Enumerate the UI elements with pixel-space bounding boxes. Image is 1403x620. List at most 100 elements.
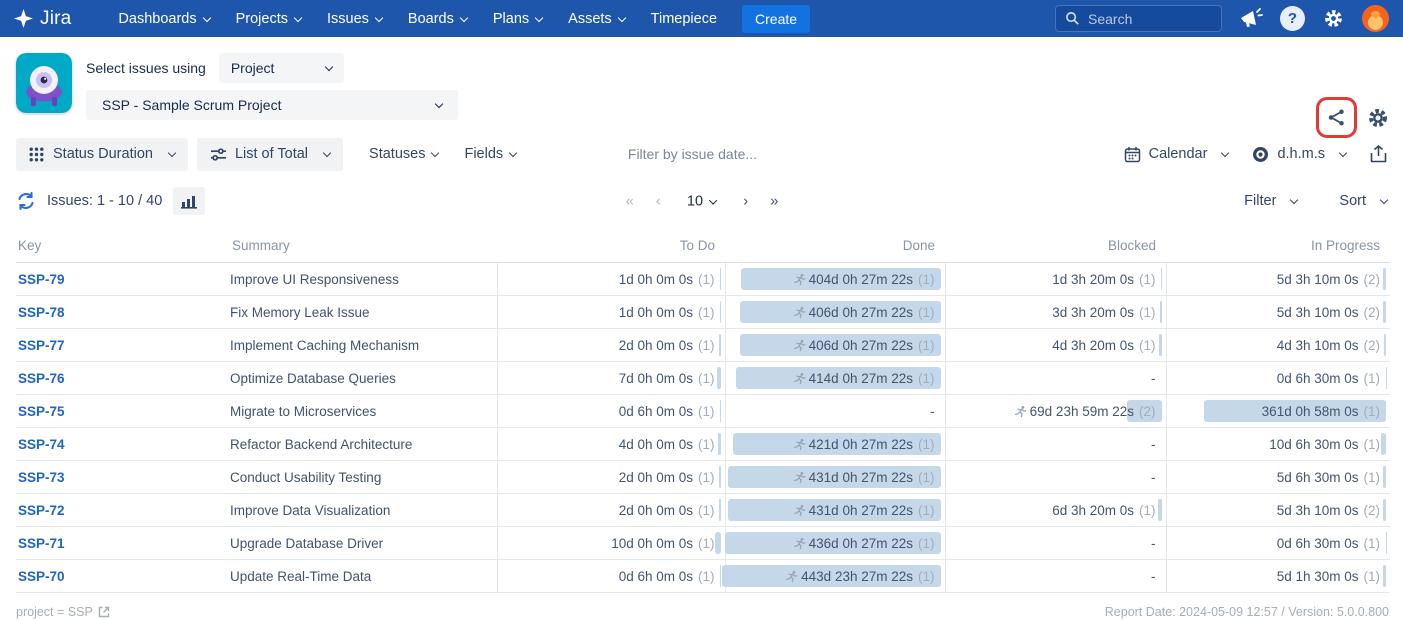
page-size-dropdown[interactable]: 10	[683, 193, 720, 209]
export-icon[interactable]	[1370, 145, 1387, 164]
pager-controls: « ‹ 10 › »	[626, 193, 778, 210]
nav-item-assets[interactable]: Assets	[555, 0, 638, 37]
duration-bar	[1383, 499, 1386, 521]
issue-count: (1)	[918, 338, 935, 353]
issue-count: (1)	[1139, 272, 1156, 287]
current-status-runner-icon	[793, 372, 806, 385]
done-duration-cell: -	[725, 395, 945, 428]
issue-key-link[interactable]: SSP-71	[18, 536, 65, 551]
issue-key-link[interactable]: SSP-73	[18, 470, 65, 485]
chevron-down-icon	[1380, 196, 1388, 204]
issue-summary: Update Real-Time Data	[230, 560, 497, 593]
selection-mode-dropdown[interactable]: Project	[219, 53, 344, 83]
create-button[interactable]: Create	[742, 5, 810, 33]
issue-key-link[interactable]: SSP-75	[18, 404, 65, 419]
nav-item-dashboards[interactable]: Dashboards	[105, 0, 222, 37]
duration-bar	[720, 268, 721, 290]
next-page-button[interactable]: ›	[743, 193, 747, 210]
duration-text: 3d 3h 20m 0s	[1052, 305, 1134, 320]
duration-text: 406d 0h 27m 22s	[809, 338, 913, 353]
done-duration-cell: 443d 23h 27m 22s(1)	[725, 560, 945, 593]
issue-key-link[interactable]: SSP-70	[18, 569, 65, 584]
settings-gear-icon[interactable]	[1322, 7, 1345, 30]
project-dropdown[interactable]: SSP - Sample Scrum Project	[86, 90, 458, 120]
nav-item-boards[interactable]: Boards	[395, 0, 480, 37]
issue-count: (1)	[918, 503, 935, 518]
bar-chart-icon	[181, 194, 198, 209]
issue-key-link[interactable]: SSP-77	[18, 338, 65, 353]
duration-text: 2d 0h 0m 0s	[619, 338, 693, 353]
column-header-key: Key	[16, 230, 230, 263]
nav-item-plans[interactable]: Plans	[480, 0, 555, 37]
prev-page-button[interactable]: ‹	[656, 193, 660, 210]
current-status-runner-icon	[793, 273, 806, 286]
time-format-dropdown[interactable]: d.h.m.s	[1252, 146, 1346, 163]
chevron-down-icon	[1290, 196, 1298, 204]
issue-summary: Improve Data Visualization	[230, 494, 497, 527]
issue-key-link[interactable]: SSP-72	[18, 503, 65, 518]
chevron-down-icon	[325, 63, 333, 71]
help-icon[interactable]: ?	[1280, 6, 1305, 31]
duration-text: 1d 0h 0m 0s	[619, 272, 693, 287]
duration-text: 5d 6h 30m 0s	[1277, 470, 1359, 485]
jql-link[interactable]: project = SSP	[16, 605, 110, 619]
empty-duration: -	[930, 404, 935, 419]
search-box[interactable]	[1055, 5, 1222, 32]
sliders-icon	[210, 147, 226, 162]
chevron-down-icon	[435, 100, 443, 108]
last-page-button[interactable]: »	[770, 193, 777, 210]
report-settings-gear-icon[interactable]	[1366, 106, 1390, 130]
chart-view-button[interactable]	[173, 187, 205, 215]
search-input[interactable]	[1088, 11, 1208, 27]
duration-text: 5d 1h 30m 0s	[1277, 569, 1359, 584]
issue-date-filter[interactable]: Filter by issue date...	[628, 146, 788, 162]
sort-dropdown[interactable]: Sort	[1339, 193, 1387, 209]
to-do-duration-cell: 7d 0h 0m 0s(1)	[497, 362, 725, 395]
issue-key-link[interactable]: SSP-78	[18, 305, 65, 320]
report-header: Select issues using Project SSP - Sample…	[0, 37, 1403, 130]
table-row: SSP-74Refactor Backend Architecture4d 0h…	[16, 428, 1390, 461]
blocked-duration-cell: 6d 3h 20m 0s(1)	[945, 494, 1166, 527]
report-type-dropdown[interactable]: Status Duration	[16, 138, 188, 171]
issue-key-link[interactable]: SSP-79	[18, 272, 65, 287]
in-progress-duration-cell: 5d 1h 30m 0s(1)	[1166, 560, 1390, 593]
issue-key-link[interactable]: SSP-76	[18, 371, 65, 386]
calendar-dropdown[interactable]: Calendar	[1124, 146, 1229, 163]
nav-item-issues[interactable]: Issues	[314, 0, 395, 37]
duration-bar	[717, 367, 721, 389]
duration-bar	[1381, 433, 1386, 455]
table-row: SSP-75Migrate to Microservices0d 6h 0m 0…	[16, 395, 1390, 428]
issue-key-link[interactable]: SSP-74	[18, 437, 65, 452]
header-actions	[1316, 97, 1390, 138]
chevron-down-icon	[1221, 149, 1229, 157]
first-page-button[interactable]: «	[626, 193, 633, 210]
duration-bar	[719, 466, 720, 488]
fields-dropdown[interactable]: Fields	[464, 146, 516, 162]
view-mode-dropdown[interactable]: List of Total	[197, 138, 343, 171]
issue-summary: Refactor Backend Architecture	[230, 428, 497, 461]
issue-count: (1)	[698, 338, 715, 353]
duration-text: 7d 0h 0m 0s	[619, 371, 693, 386]
user-avatar[interactable]	[1362, 5, 1389, 32]
nav-item-timepiece[interactable]: Timepiece	[638, 0, 730, 37]
chevron-down-icon	[460, 13, 468, 21]
duration-text: 431d 0h 27m 22s	[809, 470, 913, 485]
share-button[interactable]	[1316, 97, 1357, 138]
issue-summary: Optimize Database Queries	[230, 362, 497, 395]
in-progress-duration-cell: 4d 3h 10m 0s(2)	[1166, 329, 1390, 362]
issue-count: (1)	[1364, 470, 1381, 485]
filter-dropdown[interactable]: Filter	[1244, 193, 1297, 209]
table-row: SSP-76Optimize Database Queries7d 0h 0m …	[16, 362, 1390, 395]
nav-menu: DashboardsProjectsIssuesBoardsPlansAsset…	[105, 0, 730, 37]
calendar-label: Calendar	[1149, 146, 1208, 162]
megaphone-icon[interactable]	[1239, 8, 1263, 30]
issue-count: (1)	[1139, 305, 1156, 320]
issue-count: (2)	[1364, 272, 1381, 287]
table-header-row: KeySummaryTo DoDoneBlockedIn Progress	[16, 230, 1390, 263]
issue-count: (1)	[918, 470, 935, 485]
nav-item-projects[interactable]: Projects	[223, 0, 314, 37]
to-do-duration-cell: 10d 0h 0m 0s(1)	[497, 527, 725, 560]
refresh-icon[interactable]	[16, 191, 36, 211]
jira-logo[interactable]: Jira	[14, 8, 71, 30]
statuses-dropdown[interactable]: Statuses	[369, 146, 438, 162]
